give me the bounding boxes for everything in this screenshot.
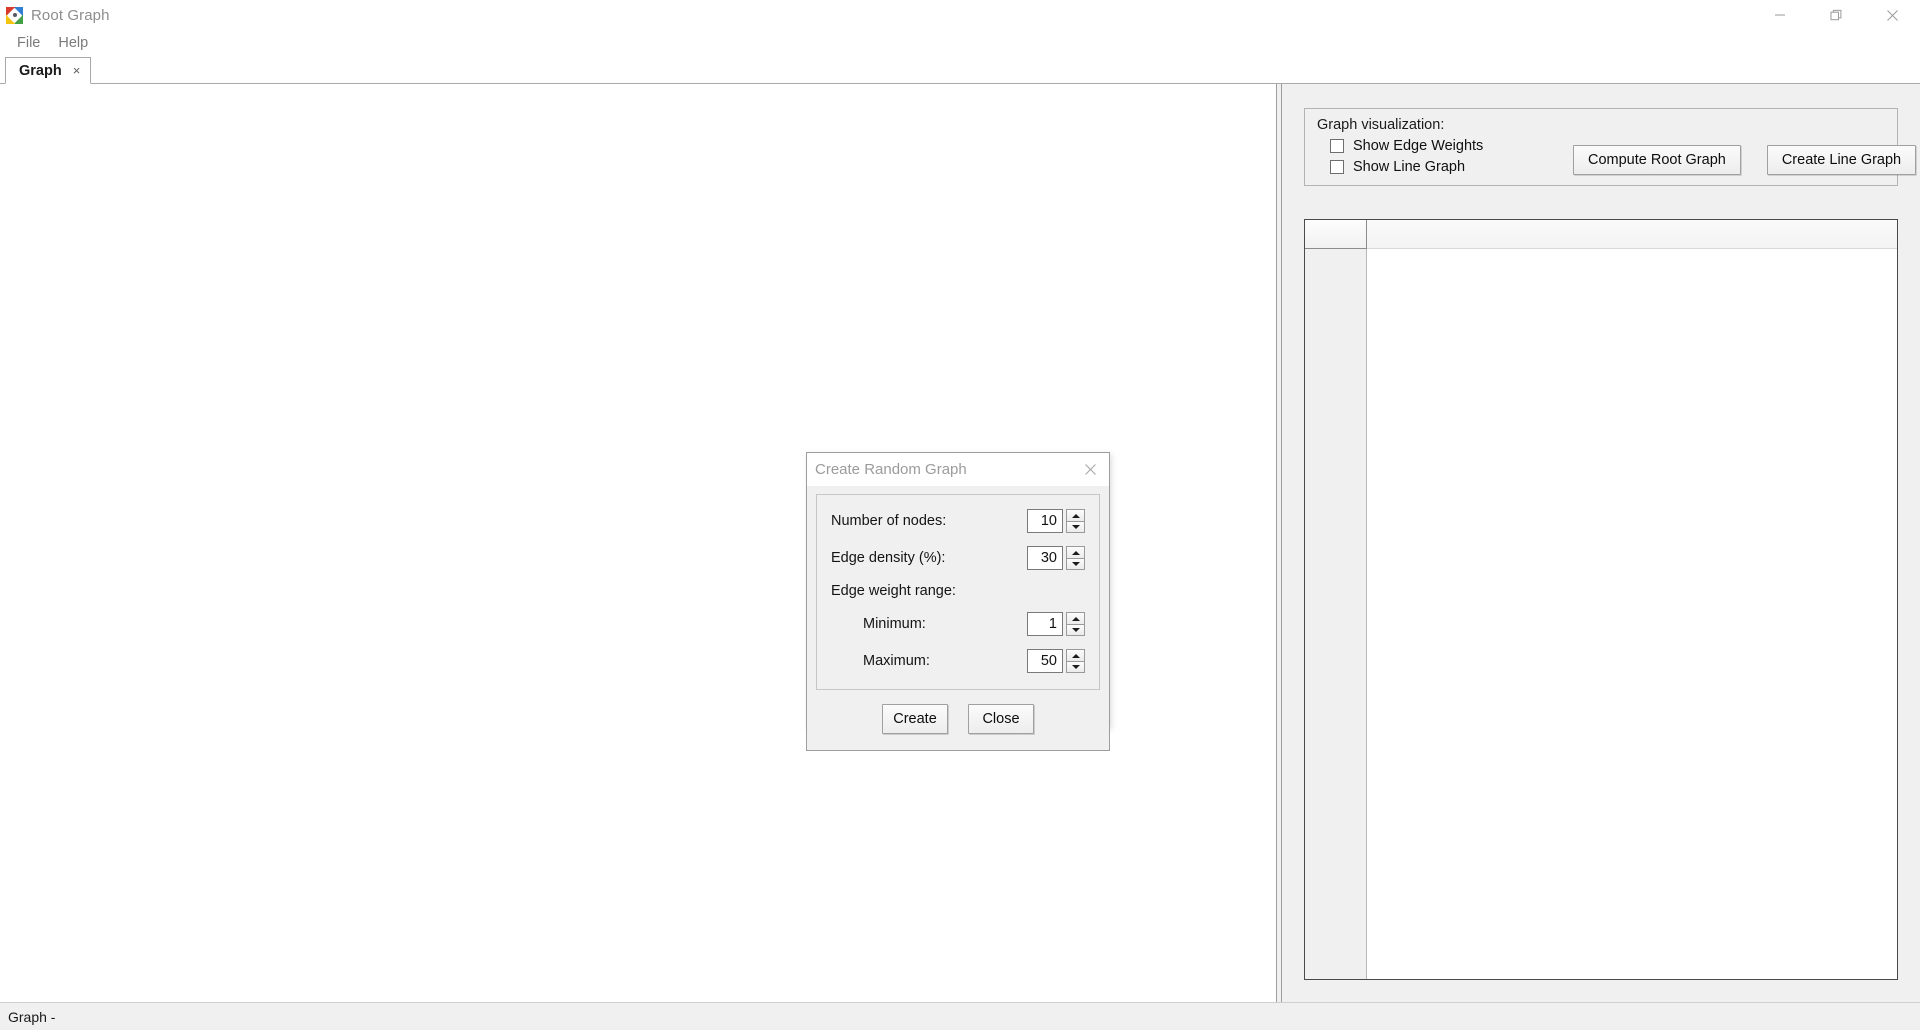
close-button[interactable]: Close (968, 704, 1034, 734)
dialog-title-bar: Create Random Graph (807, 453, 1109, 486)
checkbox-show-line-graph-label: Show Line Graph (1353, 159, 1466, 175)
table-cells-area[interactable] (1367, 249, 1897, 979)
status-bar-text: Graph - (8, 1008, 56, 1025)
maximum-input[interactable] (1027, 649, 1063, 673)
compute-root-graph-button[interactable]: Compute Root Graph (1573, 145, 1741, 175)
table-column-headers (1367, 220, 1897, 249)
number-of-nodes-spin-arrows[interactable] (1066, 509, 1085, 533)
table-row-headers (1305, 249, 1367, 979)
window-title-bar: Root Graph (0, 0, 1920, 30)
spinner-up-icon[interactable] (1066, 649, 1085, 661)
spinner-down-icon[interactable] (1066, 624, 1085, 636)
root-graph-app-icon (6, 6, 23, 24)
spinner-up-icon[interactable] (1066, 612, 1085, 624)
app-window: Root Graph File Help Graph × Graph visua… (0, 0, 1920, 1030)
tab-graph[interactable]: Graph × (5, 57, 92, 84)
dialog-body: Number of nodes: Edge density (%): (807, 486, 1109, 750)
minimum-spin-arrows[interactable] (1066, 612, 1085, 636)
window-title: Root Graph (31, 6, 110, 24)
spinner-down-icon[interactable] (1066, 558, 1085, 570)
number-of-nodes-spinner[interactable] (1027, 509, 1085, 533)
side-panel: Graph visualization: Show Edge Weights S… (1282, 84, 1920, 1002)
tab-close-icon[interactable]: × (72, 64, 82, 77)
maximum-spin-arrows[interactable] (1066, 649, 1085, 673)
window-controls (1752, 0, 1920, 30)
edge-density-spinner[interactable] (1027, 546, 1085, 570)
edge-weight-range-label: Edge weight range: (831, 583, 956, 599)
menu-item-help[interactable]: Help (49, 33, 97, 53)
checkbox-show-edge-weights-label: Show Edge Weights (1353, 138, 1484, 154)
groupbox-title: Graph visualization: (1317, 117, 1445, 133)
spinner-up-icon[interactable] (1066, 546, 1085, 558)
dialog-fields-group: Number of nodes: Edge density (%): (816, 494, 1100, 690)
edge-density-spin-arrows[interactable] (1066, 546, 1085, 570)
dialog-title: Create Random Graph (815, 461, 967, 478)
table-header-row (1305, 220, 1897, 249)
workspace: Graph visualization: Show Edge Weights S… (0, 84, 1920, 1002)
restore-icon[interactable] (1808, 0, 1864, 30)
field-maximum-label: Maximum: (863, 653, 930, 669)
create-line-graph-button[interactable]: Create Line Graph (1766, 145, 1917, 175)
menu-bar: File Help (0, 30, 1920, 56)
field-maximum: Maximum: (831, 649, 1085, 673)
minimum-input[interactable] (1027, 612, 1063, 636)
table-body (1305, 249, 1897, 979)
tab-strip: Graph × (0, 56, 1920, 84)
minimum-spinner[interactable] (1027, 612, 1085, 636)
field-minimum-label: Minimum: (863, 616, 926, 632)
field-minimum: Minimum: (831, 612, 1085, 636)
visualization-button-row: Compute Root Graph Create Line Graph (1573, 136, 1917, 175)
field-number-of-nodes: Number of nodes: (831, 509, 1085, 533)
spinner-down-icon[interactable] (1066, 661, 1085, 673)
checkbox-show-line-graph[interactable]: Show Line Graph (1330, 159, 1549, 175)
edge-density-input[interactable] (1027, 546, 1063, 570)
create-random-graph-dialog: Create Random Graph Number of nodes: 10 … (806, 452, 1110, 751)
graph-data-table[interactable] (1304, 219, 1898, 980)
table-corner-cell[interactable] (1305, 220, 1367, 249)
field-edge-density: Edge density (%): (831, 546, 1085, 570)
checkbox-box-icon[interactable] (1330, 160, 1344, 174)
close-icon[interactable] (1864, 0, 1920, 30)
field-number-of-nodes-label: Number of nodes: (831, 513, 947, 529)
spinner-up-icon[interactable] (1066, 509, 1085, 521)
maximum-spinner[interactable] (1027, 649, 1085, 673)
menu-item-file[interactable]: File (8, 33, 49, 53)
dialog-close-icon[interactable] (1075, 457, 1105, 483)
visualization-checkbox-list: Show Edge Weights Show Line Graph (1317, 136, 1549, 175)
checkbox-show-edge-weights[interactable]: Show Edge Weights (1330, 138, 1549, 154)
minimize-icon[interactable] (1752, 0, 1808, 30)
checkbox-box-icon[interactable] (1330, 139, 1344, 153)
tab-graph-label: Graph (19, 62, 62, 79)
status-bar: Graph - (0, 1002, 1920, 1030)
dialog-button-row: Create Close (816, 690, 1100, 750)
spinner-down-icon[interactable] (1066, 521, 1085, 533)
create-button[interactable]: Create (882, 704, 948, 734)
field-edge-density-label: Edge density (%): (831, 550, 946, 566)
graph-visualization-groupbox: Graph visualization: Show Edge Weights S… (1304, 108, 1917, 186)
number-of-nodes-input[interactable] (1027, 509, 1063, 533)
